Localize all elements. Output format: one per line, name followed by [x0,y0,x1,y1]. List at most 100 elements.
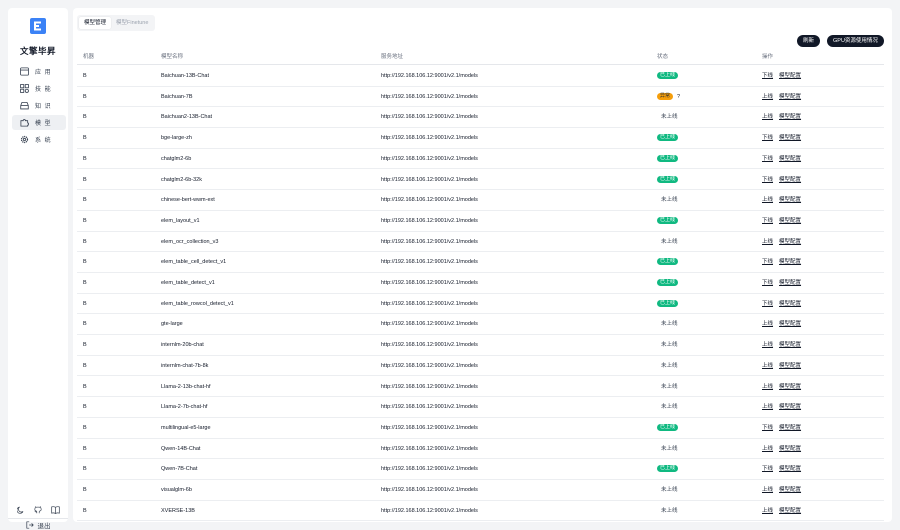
status-badge: 已上线 [657,258,679,266]
model-config-link[interactable]: 模型配置 [779,446,801,452]
status-text: 未上线 [661,445,678,452]
cell-service-url: http://192.168.106.12:9001/v2.1/models [381,93,478,100]
sidebar-bottom-tools [8,505,68,515]
toggle-online-link[interactable]: 上线 [762,363,773,369]
toggle-online-link[interactable]: 上线 [762,114,773,120]
status-text: 未上线 [661,342,678,349]
toggle-online-link[interactable]: 上线 [762,197,773,203]
cell-machine: B [83,466,87,473]
error-help-icon[interactable]: ? [677,94,680,100]
model-config-link[interactable]: 模型配置 [779,73,801,79]
status-badge: 已上线 [657,134,679,142]
book-icon[interactable] [50,505,60,515]
toggle-online-link[interactable]: 上线 [762,321,773,327]
model-config-link[interactable]: 模型配置 [779,177,801,183]
cell-model-name: elem_table_cell_detect_v1 [161,259,227,266]
toggle-online-link[interactable]: 下线 [762,218,773,224]
model-config-link[interactable]: 模型配置 [779,239,801,245]
status-text: 未上线 [661,114,678,121]
model-config-link[interactable]: 模型配置 [779,218,801,224]
cell-machine: B [83,300,87,307]
skill-grid-icon [19,84,29,94]
status-text: 未上线 [661,197,678,204]
toggle-online-link[interactable]: 下线 [762,259,773,265]
cell-model-name: chatglm2-6b-32k [161,176,202,183]
cell-service-url: http://192.168.106.12:9001/v2.1/models [381,404,478,411]
toggle-online-link[interactable]: 上线 [762,508,773,514]
cell-service-url: http://192.168.106.12:9001/v2.1/models [381,321,478,328]
cell-status: 未上线 [657,480,678,500]
cell-actions: 下线 模型配置 [762,294,807,314]
model-config-link[interactable]: 模型配置 [779,259,801,265]
toggle-online-link[interactable]: 上线 [762,94,773,100]
tab-model-management[interactable]: 模型管理 [79,17,112,29]
nav-item-models[interactable]: 模 型 [12,115,66,130]
cell-model-name: Baichuan-7B [161,93,193,100]
nav-item-knowledge[interactable]: 知 识 [12,98,66,113]
model-config-link[interactable]: 模型配置 [779,321,801,327]
cell-status: 已上线 [657,149,679,169]
cell-actions: 上线 模型配置 [762,335,807,355]
nav-item-skills[interactable]: 技 能 [12,81,66,96]
cell-machine: B [83,217,87,224]
model-config-link[interactable]: 模型配置 [779,404,801,410]
model-config-link[interactable]: 模型配置 [779,135,801,141]
tab-model-finetune[interactable]: 模型Finetune [111,17,153,29]
model-config-link[interactable]: 模型配置 [779,280,801,286]
knowledge-box-icon [19,101,29,111]
status-badge: 已上线 [657,465,679,473]
table-row: B Baichuan-13B-Chat http://192.168.106.12:… [77,66,884,87]
model-config-link[interactable]: 模型配置 [779,363,801,369]
model-config-link[interactable]: 模型配置 [779,425,801,431]
model-config-link[interactable]: 模型配置 [779,94,801,100]
toggle-online-link[interactable]: 下线 [762,425,773,431]
toggle-online-link[interactable]: 上线 [762,342,773,348]
table-row: Binternlm-20b-chat http://192.168.106.12:… [77,335,884,356]
model-config-link[interactable]: 模型配置 [779,508,801,514]
model-config-link[interactable]: 模型配置 [779,342,801,348]
cell-model-name: Baichuan2-13B-Chat [161,114,213,121]
github-icon[interactable] [33,505,43,515]
model-config-link[interactable]: 模型配置 [779,156,801,162]
nav-item-apps[interactable]: 应 用 [12,64,66,79]
cell-service-url: http://192.168.106.12:9001/v2.1/models [381,424,478,431]
cell-status: 未上线 [657,107,678,127]
nav-label-models: 模 型 [35,121,52,127]
status-badge: 已上线 [657,175,679,183]
model-config-link[interactable]: 模型配置 [779,301,801,307]
toggle-online-link[interactable]: 下线 [762,177,773,183]
moon-icon[interactable] [16,505,26,515]
nav-label-skills: 技 能 [35,87,52,93]
cell-service-url: http://192.168.106.12:9001/v2.1/models [381,445,478,452]
refresh-button[interactable]: 刷新 [797,35,821,47]
cell-actions: 上线 模型配置 [762,356,807,376]
toggle-online-link[interactable]: 上线 [762,487,773,493]
toggle-online-link[interactable]: 上线 [762,404,773,410]
toggle-online-link[interactable]: 上线 [762,446,773,452]
model-config-link[interactable]: 模型配置 [779,114,801,120]
toggle-online-link[interactable]: 下线 [762,135,773,141]
cell-machine: B [83,259,87,266]
status-badge: 已上线 [657,154,679,162]
toggle-online-link[interactable]: 下线 [762,73,773,79]
toggle-online-link[interactable]: 上线 [762,384,773,390]
table-row: Belem_table_rowcol_detect_v1 http://192.1… [77,294,884,315]
model-config-link[interactable]: 模型配置 [779,466,801,472]
toggle-online-link[interactable]: 下线 [762,280,773,286]
gpu-usage-button[interactable]: GPU资源使用情况 [827,35,884,47]
toggle-online-link[interactable]: 下线 [762,301,773,307]
model-config-link[interactable]: 模型配置 [779,487,801,493]
toggle-online-link[interactable]: 下线 [762,156,773,162]
column-header-actions: 操作 [762,54,774,60]
toggle-online-link[interactable]: 下线 [762,466,773,472]
cell-status: 已上线 [657,459,679,479]
cell-actions: 上线 模型配置 [762,397,807,417]
model-config-link[interactable]: 模型配置 [779,197,801,203]
cell-model-name: elem_ocr_collection_v3 [161,238,219,245]
table-row: Belem_ocr_collection_v3 http://192.168.10… [77,232,884,253]
nav-item-system[interactable]: 系 统 [12,132,66,147]
logout-button[interactable]: 退出 [8,518,68,530]
model-config-link[interactable]: 模型配置 [779,384,801,390]
cell-service-url: http://192.168.106.12:9001/v2.1/models [381,238,478,245]
toggle-online-link[interactable]: 上线 [762,239,773,245]
